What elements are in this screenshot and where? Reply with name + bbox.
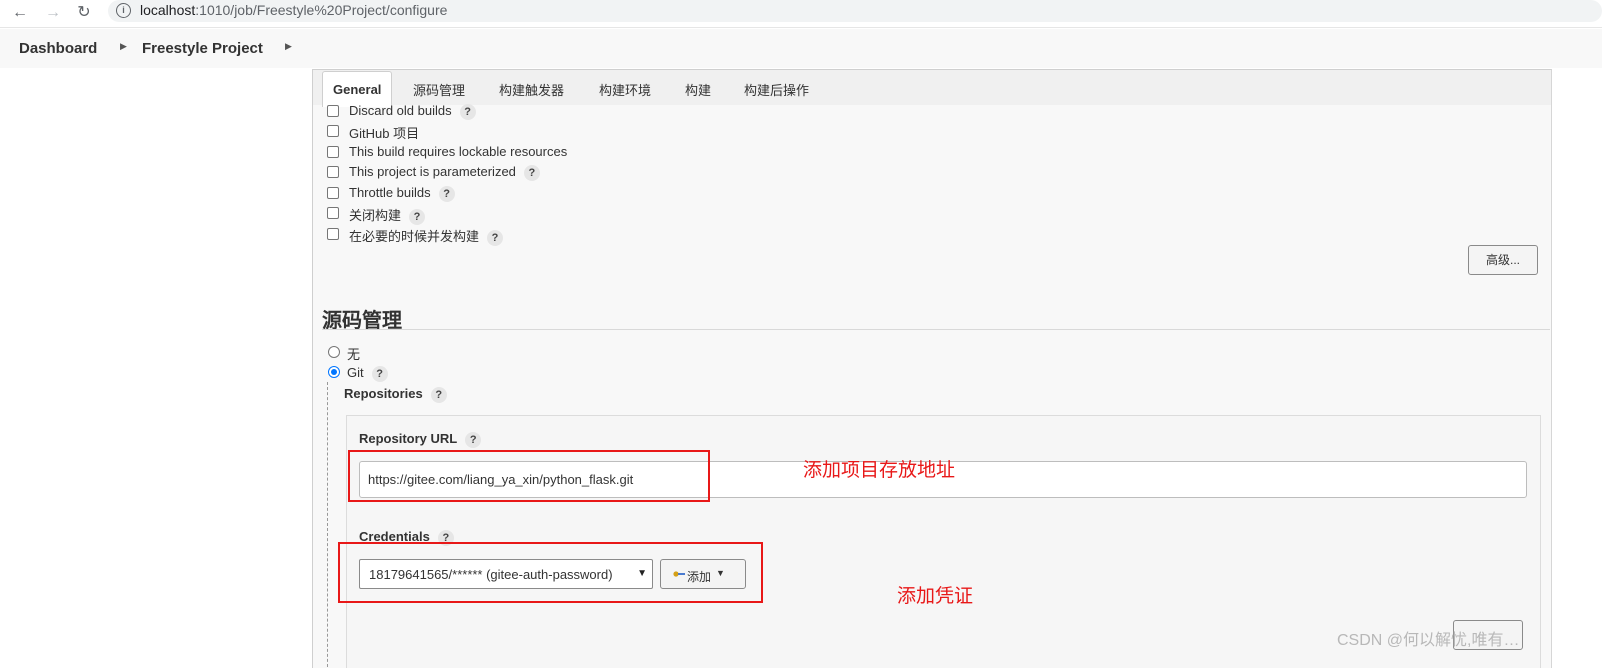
radio-git[interactable]	[328, 366, 340, 378]
help-icon[interactable]: ?	[409, 208, 426, 225]
tab-post-build[interactable]: 构建后操作	[744, 80, 809, 99]
help-icon[interactable]: ?	[459, 103, 476, 120]
tab-scm[interactable]: 源码管理	[413, 80, 465, 99]
back-icon[interactable]: ←	[9, 2, 31, 24]
help-icon[interactable]: ?	[371, 365, 388, 382]
reload-icon[interactable]: ↻	[73, 2, 95, 24]
checkbox[interactable]	[327, 207, 339, 219]
option-label: Discard old builds?	[349, 103, 476, 120]
breadcrumb-freestyle-project[interactable]: Freestyle Project	[142, 40, 263, 57]
checkbox[interactable]	[327, 187, 339, 199]
option-label: GitHub 项目	[349, 126, 420, 141]
help-icon[interactable]: ?	[523, 164, 540, 181]
option-label: This build requires lockable resources	[349, 144, 568, 159]
radio-label-git: Git?	[347, 365, 388, 382]
annotation-text-credentials: 添加凭证	[897, 586, 974, 607]
radio-none[interactable]	[328, 346, 340, 358]
url-host: localhost	[140, 2, 196, 18]
advanced-button[interactable]: 高级...	[1468, 245, 1538, 275]
option-label: 关闭构建?	[349, 205, 426, 225]
site-info-icon[interactable]: i	[116, 3, 131, 18]
tab-build-triggers[interactable]: 构建触发器	[499, 80, 564, 99]
radio-label-none: 无	[347, 347, 361, 362]
annotation-box-credentials	[338, 542, 763, 603]
checkbox[interactable]	[327, 228, 339, 240]
checkbox[interactable]	[327, 125, 339, 137]
repositories-label: Repositories?	[344, 386, 447, 403]
option-label: 在必要的时候并发构建?	[349, 226, 504, 246]
help-icon[interactable]: ?	[465, 431, 482, 448]
breadcrumb-arrow-icon[interactable]: ▶	[120, 41, 127, 52]
checkbox[interactable]	[327, 146, 339, 158]
checkbox[interactable]	[327, 105, 339, 117]
annotation-text-url: 添加项目存放地址	[803, 460, 956, 481]
git-section-guide	[327, 382, 328, 668]
option-label: This project is parameterized?	[349, 164, 540, 181]
repository-url-label: Repository URL?	[359, 431, 482, 448]
breadcrumb: Dashboard ▶ Freestyle Project ▶	[0, 29, 1602, 68]
tab-build-environment[interactable]: 构建环境	[599, 80, 651, 99]
tab-build[interactable]: 构建	[685, 80, 711, 99]
forward-icon[interactable]: →	[42, 2, 64, 24]
url-path: :1010/job/Freestyle%20Project/configure	[195, 2, 448, 18]
watermark: CSDN @何以解忧,唯有…	[1337, 632, 1520, 649]
breadcrumb-dashboard[interactable]: Dashboard	[19, 40, 97, 57]
option-label: Throttle builds?	[349, 185, 455, 202]
address-bar[interactable]: i localhost:1010/job/Freestyle%20Project…	[108, 0, 1602, 22]
annotation-box-url	[348, 450, 710, 502]
help-icon[interactable]: ?	[430, 386, 447, 403]
config-tabs: General 源码管理 构建触发器 构建环境 构建 构建后操作	[313, 70, 1551, 107]
help-icon[interactable]: ?	[438, 185, 455, 202]
address-text[interactable]: localhost:1010/job/Freestyle%20Project/c…	[140, 2, 447, 18]
browser-toolbar: ← → ↻ i localhost:1010/job/Freestyle%20P…	[0, 0, 1602, 28]
tab-general[interactable]: General	[322, 71, 393, 107]
checkbox[interactable]	[327, 166, 339, 178]
breadcrumb-arrow-icon[interactable]: ▶	[285, 41, 292, 52]
section-divider	[322, 329, 1550, 330]
help-icon[interactable]: ?	[487, 229, 504, 246]
